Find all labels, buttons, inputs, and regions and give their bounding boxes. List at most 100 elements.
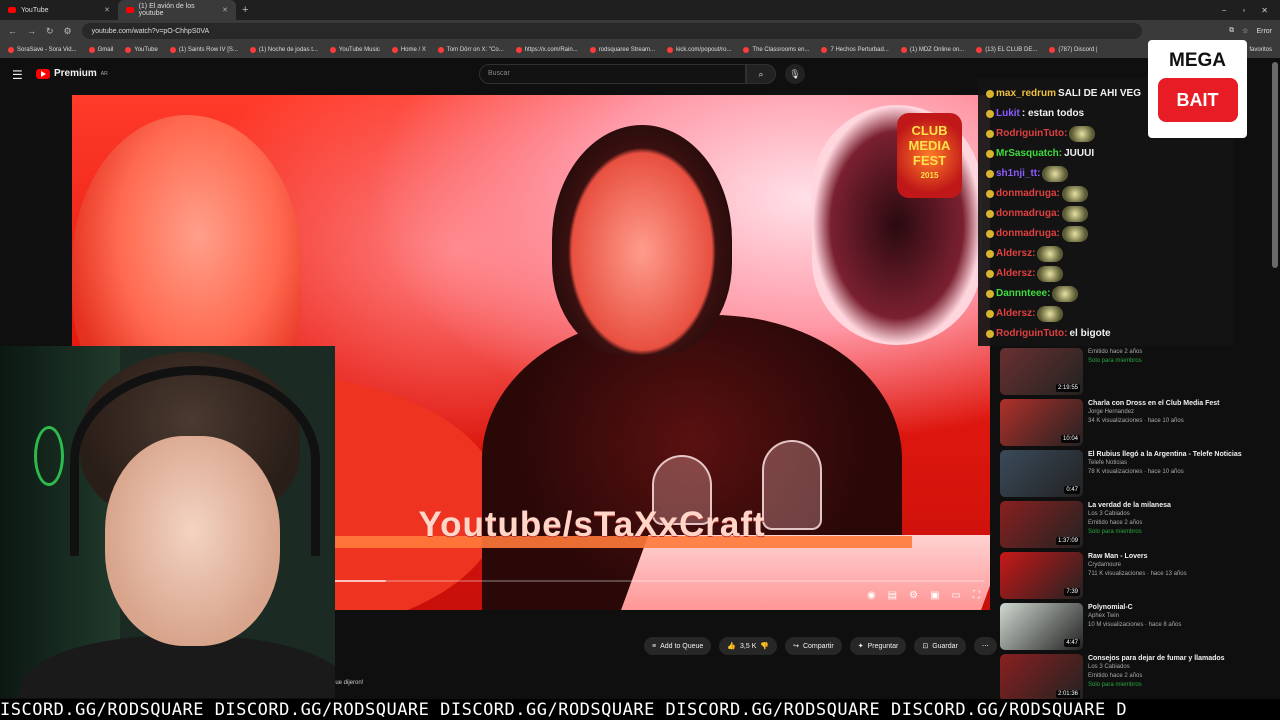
members-only-badge: Solo para miembros: [1088, 529, 1142, 535]
bookmark-label: (1) MDZ Online on...: [909, 47, 965, 53]
bookmark-item[interactable]: rodsquaree Stream...: [589, 47, 655, 53]
channel-name[interactable]: Jorge Hernandez: [1088, 408, 1258, 417]
recommendation-info: Polynomial-C Aphex Twin 10 M visualizacion…: [1088, 603, 1258, 630]
tab-video[interactable]: (1) El avión de los youtube ✕: [118, 0, 236, 20]
profile-error-label[interactable]: Error: [1256, 28, 1272, 35]
maximize-button[interactable]: ▫: [1242, 6, 1245, 15]
bookmark-item[interactable]: Home / X: [391, 47, 426, 53]
chat-username[interactable]: donmadruga:: [996, 204, 1060, 224]
search-input[interactable]: Buscar: [479, 64, 746, 84]
chat-username[interactable]: RodriguinTuto:: [996, 124, 1067, 144]
bookmark-item[interactable]: (787) Discord |: [1049, 47, 1098, 53]
bookmark-item[interactable]: (1) MDZ Online on...: [900, 47, 965, 53]
video-title[interactable]: Consejos para dejar de fumar y llamados: [1088, 654, 1258, 663]
theater-mode-icon[interactable]: ▭: [952, 590, 961, 601]
chat-username[interactable]: Dannnteee:: [996, 284, 1050, 304]
recommendation-item[interactable]: 4:47 Polynomial-C Aphex Twin 10 M visualiza…: [1000, 601, 1270, 652]
video-title[interactable]: El Rubius llegó a la Argentina - Telefe …: [1088, 450, 1258, 459]
video-thumbnail[interactable]: 4:47: [1000, 603, 1083, 650]
new-tab-button[interactable]: +: [236, 4, 254, 16]
video-thumbnail[interactable]: 7:39: [1000, 552, 1083, 599]
bookmark-item[interactable]: The Classrooms en...: [743, 47, 809, 53]
recommendation-item[interactable]: 2:01:36 Consejos para dejar de fumar y ll…: [1000, 652, 1270, 703]
recommendation-info: Consejos para dejar de fumar y llamados L…: [1088, 654, 1258, 690]
bookmark-item[interactable]: Gmail: [88, 47, 113, 53]
autoplay-toggle-icon[interactable]: ◉: [867, 590, 876, 601]
bookmark-item[interactable]: YouTube Music: [329, 47, 380, 53]
bookmark-item[interactable]: YouTube: [125, 47, 158, 53]
bookmark-item[interactable]: (1) Saints Row IV [S...: [169, 47, 238, 53]
chat-username[interactable]: Aldersz:: [996, 304, 1035, 324]
thumbs-down-icon[interactable]: 👎: [760, 642, 769, 650]
chat-username[interactable]: MrSasquatch:: [996, 144, 1062, 164]
bookmark-item[interactable]: SoraSave - Sora Vid...: [8, 47, 77, 53]
recommendation-item[interactable]: 2:19:55 Emitido hace 2 años Solo para miem…: [1000, 346, 1270, 397]
like-button[interactable]: 👍 3,5 K 👎: [719, 637, 778, 655]
recommendation-info: Raw Man - Lovers Crydamoure 711 K visualiz…: [1088, 552, 1258, 579]
channel-name[interactable]: Telefe Noticias: [1088, 459, 1258, 468]
close-window-button[interactable]: ✕: [1261, 6, 1268, 15]
video-title[interactable]: Charla con Dross en el Club Media Fest: [1088, 399, 1258, 408]
bookmark-item[interactable]: (13) EL CLUB DE...: [976, 47, 1037, 53]
sticker-line1: MEGA: [1169, 50, 1226, 71]
menu-icon[interactable]: ☰: [12, 68, 23, 82]
chat-username[interactable]: sh1nji_tt:: [996, 164, 1040, 184]
channel-name[interactable]: Los 3 Cabiados: [1088, 663, 1258, 672]
site-info-icon[interactable]: ⚙: [64, 26, 72, 37]
chat-username[interactable]: donmadruga:: [996, 184, 1060, 204]
video-title[interactable]: Polynomial-C: [1088, 603, 1258, 612]
chat-username[interactable]: Aldersz:: [996, 244, 1035, 264]
channel-name[interactable]: Emitido hace 2 años: [1088, 348, 1258, 357]
tab-youtube[interactable]: YouTube ✕: [0, 0, 118, 20]
channel-name[interactable]: Aphex Twin: [1088, 612, 1258, 621]
save-button[interactable]: ⊡ Guardar: [914, 637, 966, 655]
bookmark-item[interactable]: kick.com/popout/ro...: [667, 47, 731, 53]
sticker-line2: BAIT: [1157, 78, 1238, 122]
chat-username[interactable]: Lukit: [996, 104, 1020, 124]
bookmark-item[interactable]: (1) Noche de jodas t...: [249, 47, 318, 53]
voice-search-button[interactable]: 🎙: [785, 64, 805, 84]
video-thumbnail[interactable]: 2:01:36: [1000, 654, 1083, 701]
all-bookmarks-link[interactable]: favoritos: [1249, 47, 1272, 53]
recommendation-item[interactable]: 0:47 El Rubius llegó a la Argentina - Tel…: [1000, 448, 1270, 499]
recommendation-item[interactable]: 10:04 Charla con Dross en el Club Media F…: [1000, 397, 1270, 448]
bookmark-star-icon[interactable]: ☆: [1242, 27, 1248, 35]
youtube-logo[interactable]: Premium AR: [36, 68, 108, 79]
recommendation-item[interactable]: 1:37:09 La verdad de la milanesa Los 3 Cab…: [1000, 499, 1270, 550]
video-thumbnail[interactable]: 0:47: [1000, 450, 1083, 497]
video-meta: Emitido hace 2 años: [1088, 520, 1143, 526]
page-scrollbar[interactable]: [1272, 62, 1278, 268]
chat-username[interactable]: Aldersz:: [996, 264, 1035, 284]
search-button[interactable]: ⌕: [746, 64, 776, 84]
chat-username[interactable]: max_redrum: [996, 84, 1056, 104]
reload-icon[interactable]: ↻: [46, 26, 54, 37]
chat-username[interactable]: donmadruga:: [996, 224, 1060, 244]
bookmark-item[interactable]: 7 Hechos Perturbad...: [821, 47, 889, 53]
close-tab-icon[interactable]: ✕: [222, 6, 228, 14]
fullscreen-icon[interactable]: ⛶: [973, 590, 980, 601]
chat-username[interactable]: RodriguinTuto:: [996, 324, 1067, 344]
video-thumbnail[interactable]: 1:37:09: [1000, 501, 1083, 548]
back-icon[interactable]: ←: [8, 26, 17, 36]
subtitles-icon[interactable]: ▤: [888, 590, 897, 601]
channel-name[interactable]: Los 3 Cabiados: [1088, 510, 1258, 519]
video-thumbnail[interactable]: 10:04: [1000, 399, 1083, 446]
url-input[interactable]: youtube.com/watch?v=pO-ChhpS0VA: [81, 23, 1142, 39]
minimize-button[interactable]: −: [1222, 6, 1227, 15]
close-tab-icon[interactable]: ✕: [104, 6, 110, 14]
ask-button[interactable]: ✦ Preguntar: [849, 637, 907, 655]
video-thumbnail[interactable]: 2:19:55: [1000, 348, 1083, 395]
video-title[interactable]: La verdad de la milanesa: [1088, 501, 1258, 510]
bookmark-item[interactable]: Tom Dörr on X: "Co...: [437, 47, 504, 53]
miniplayer-icon[interactable]: ▣: [930, 590, 939, 601]
forward-icon[interactable]: →: [27, 26, 36, 36]
add-to-queue-button[interactable]: ≡ Add to Queue: [644, 637, 712, 655]
recommendation-item[interactable]: 7:39 Raw Man - Lovers Crydamoure 711 K visu…: [1000, 550, 1270, 601]
share-button[interactable]: ↪ Compartir: [785, 637, 842, 655]
channel-name[interactable]: Crydamoure: [1088, 561, 1258, 570]
settings-icon[interactable]: ⚙: [909, 590, 918, 601]
video-title[interactable]: Raw Man - Lovers: [1088, 552, 1258, 561]
bookmark-item[interactable]: https://x.com/Rain...: [515, 47, 578, 53]
extensions-icon[interactable]: ⧉: [1229, 27, 1234, 35]
more-actions-button[interactable]: ⋯: [973, 637, 997, 655]
